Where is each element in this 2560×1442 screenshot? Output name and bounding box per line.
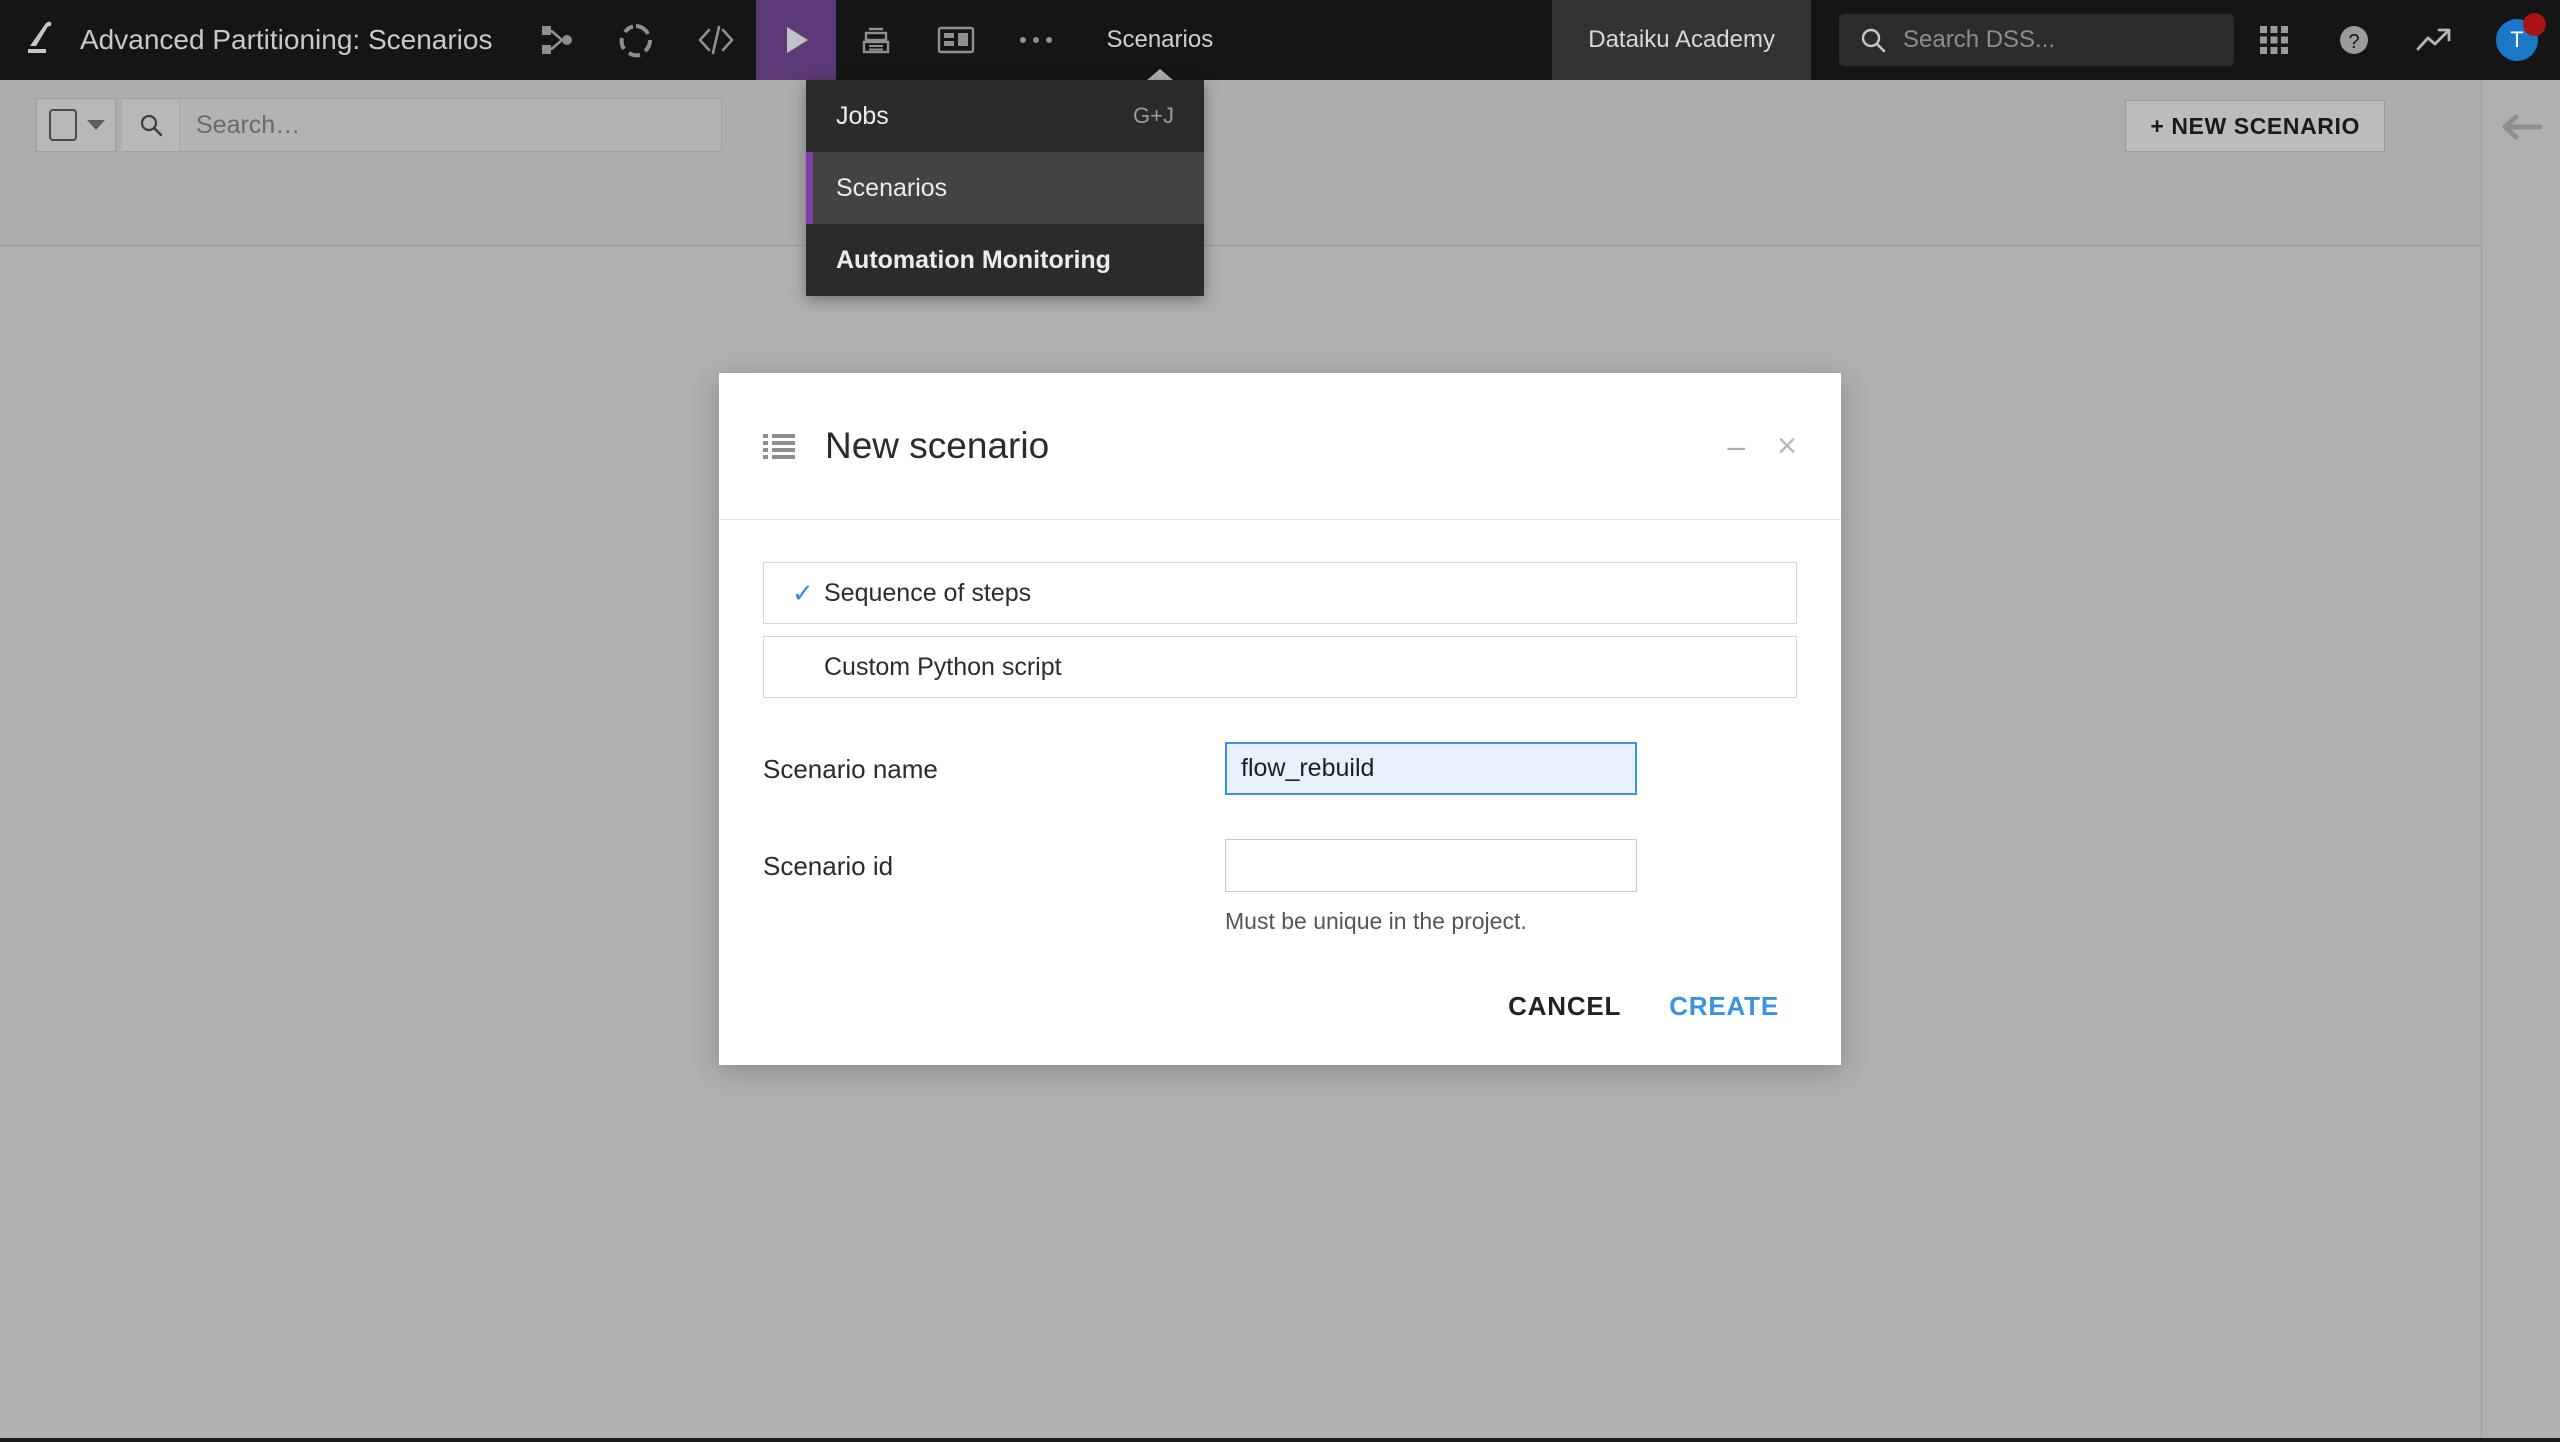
flow-icon-glyph: [542, 26, 573, 54]
minimize-icon[interactable]: –: [1727, 430, 1745, 462]
tab-scenarios[interactable]: Scenarios: [1076, 0, 1243, 80]
more-icon[interactable]: [996, 0, 1076, 80]
select-all-checkbox[interactable]: [49, 109, 77, 141]
play-triangle-glyph: [787, 27, 809, 53]
collapse-panel-button[interactable]: [2500, 110, 2543, 149]
arrow-left-icon: [2502, 114, 2543, 140]
check-icon: ✓: [792, 577, 814, 608]
help-icon[interactable]: ?: [2314, 0, 2394, 80]
modal-title: New scenario: [825, 425, 1050, 466]
field-row-scenario-id: Scenario id Must be unique in the projec…: [763, 839, 1797, 935]
right-icon-group: ? T: [2234, 0, 2560, 80]
scenario-id-hint: Must be unique in the project.: [1225, 908, 1527, 934]
menu-item-jobs[interactable]: Jobs G+J: [806, 80, 1204, 152]
help-glyph: ?: [2340, 26, 2368, 54]
search-icon: [122, 99, 180, 151]
window-bottom-edge: [0, 1438, 2560, 1442]
modal-header-actions: – ×: [1727, 429, 1797, 463]
apps-grid-icon[interactable]: [2234, 0, 2314, 80]
new-scenario-button[interactable]: + NEW SCENARIO: [2125, 100, 2385, 152]
scenario-id-field-wrap: Must be unique in the project.: [1225, 839, 1637, 935]
menu-item-scenarios[interactable]: Scenarios: [806, 152, 1204, 224]
close-icon[interactable]: ×: [1777, 429, 1797, 463]
scenario-id-input[interactable]: [1225, 839, 1637, 892]
search-dss-box[interactable]: Search DSS...: [1839, 14, 2234, 66]
search-input[interactable]: [180, 99, 721, 151]
avatar[interactable]: T: [2474, 0, 2560, 80]
automation-dropdown-menu: Jobs G+J Scenarios Automation Monitoring: [806, 80, 1204, 296]
deploy-icon[interactable]: [836, 0, 916, 80]
dashboard-icon-glyph: [938, 26, 975, 54]
more-dots-glyph: [1020, 37, 1053, 43]
search-glyph: [140, 114, 162, 137]
choice-sequence-of-steps[interactable]: ✓ Sequence of steps: [763, 562, 1797, 624]
search-icon: [1861, 28, 1886, 53]
flow-icon[interactable]: [516, 0, 596, 80]
scenario-id-label: Scenario id: [763, 851, 894, 881]
search-box[interactable]: [122, 98, 722, 152]
trend-arrow-glyph: [2416, 28, 2451, 51]
deploy-icon-glyph: [863, 27, 890, 54]
choice-custom-python-script[interactable]: Custom Python script: [763, 636, 1797, 698]
apps-grid-glyph: [2260, 26, 2288, 54]
modal-footer: CANCEL CREATE: [719, 947, 1841, 1065]
right-panel-rail: [2481, 80, 2560, 1442]
search-dss-placeholder: Search DSS...: [1903, 26, 2056, 53]
dashboard-icon[interactable]: [916, 0, 996, 80]
menu-item-jobs-shortcut: G+J: [1133, 103, 1174, 128]
menu-item-scenarios-label: Scenarios: [836, 173, 948, 202]
choice-python-label: Custom Python script: [824, 652, 1062, 681]
menu-item-jobs-label: Jobs: [836, 101, 889, 130]
project-title: Advanced Partitioning: Scenarios: [80, 24, 493, 55]
list-icon: [763, 432, 795, 460]
academy-chip[interactable]: Dataiku Academy: [1552, 0, 1811, 80]
list-toolbar: Id Tags ★ Favorites + NEW SCENARIO 0 Sce…: [0, 80, 2481, 293]
top-bar: Advanced Partitioning: Scenarios Scenari…: [0, 0, 2560, 80]
create-button[interactable]: CREATE: [1669, 991, 1779, 1022]
scenario-name-input[interactable]: [1225, 742, 1637, 795]
cancel-button[interactable]: CANCEL: [1508, 991, 1621, 1022]
jobs-play-icon[interactable]: [756, 0, 837, 80]
menu-item-automation-monitoring[interactable]: Automation Monitoring: [806, 224, 1204, 296]
list-glyph: [763, 434, 795, 459]
modal-header: New scenario – ×: [719, 373, 1841, 520]
scenario-name-label: Scenario name: [763, 754, 938, 784]
tab-scenarios-label: Scenarios: [1106, 26, 1214, 53]
new-scenario-modal: New scenario – × ✓ Sequence of steps Cus…: [719, 373, 1841, 1065]
monitoring-trend-icon[interactable]: [2394, 0, 2474, 80]
code-icon-glyph: [699, 25, 734, 55]
svg-text:?: ?: [2348, 31, 2359, 53]
notification-badge: [2523, 13, 2546, 36]
modal-body: ✓ Sequence of steps Custom Python script…: [719, 520, 1841, 935]
lab-icon[interactable]: [596, 0, 676, 80]
tab-active-caret: [1146, 69, 1173, 80]
select-all-dropdown[interactable]: [36, 98, 116, 152]
menu-item-automation-monitoring-label: Automation Monitoring: [836, 245, 1111, 274]
choice-sequence-label: Sequence of steps: [824, 578, 1032, 607]
dataiku-logo-icon[interactable]: [0, 0, 80, 80]
code-icon[interactable]: [676, 0, 756, 80]
lab-icon-glyph: [620, 24, 653, 58]
nav-icon-group: [516, 0, 1076, 80]
chevron-down-icon[interactable]: [87, 120, 105, 130]
dataiku-logo-glyph: [28, 21, 52, 53]
scenario-name-field-wrap: [1225, 742, 1637, 795]
field-row-scenario-name: Scenario name: [763, 742, 1797, 795]
toolbar-row-search: [36, 98, 722, 152]
